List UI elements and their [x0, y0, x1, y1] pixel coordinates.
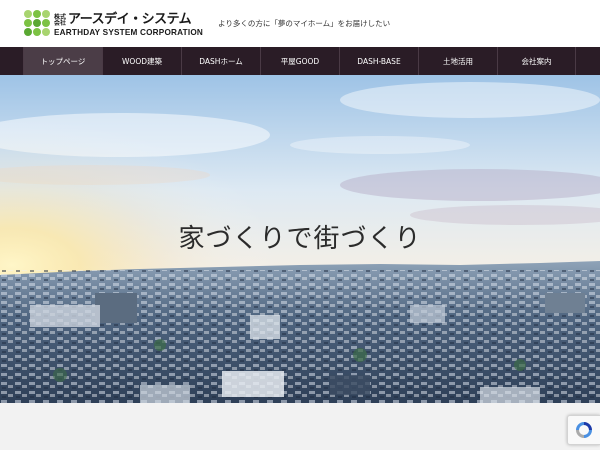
- content-area: [0, 403, 600, 450]
- recaptcha-badge[interactable]: [567, 415, 600, 445]
- company-logo[interactable]: 株式会社 アースデイ・システム EARTHDAY SYSTEM CORPORAT…: [24, 9, 204, 39]
- logo-mark-icon: [24, 10, 52, 38]
- nav-item-company[interactable]: 会社案内: [497, 47, 576, 75]
- nav-item-dash-home[interactable]: DASHホーム: [181, 47, 260, 75]
- hero-title: 家づくりで街づくり: [178, 224, 422, 254]
- logo-company-name: アースデイ・システム: [68, 12, 192, 27]
- logo-english-name: EARTHDAY SYSTEM CORPORATION: [54, 28, 203, 37]
- nav-item-top[interactable]: トップページ: [23, 47, 102, 75]
- logo-japanese: 株式会社 アースデイ・システム: [54, 9, 192, 27]
- nav-item-wood[interactable]: WOOD建築: [102, 47, 181, 75]
- main-nav: トップページ WOOD建築 DASHホーム 平屋GOOD DASH-BASE 土…: [0, 47, 600, 75]
- site-tagline: より多くの方に「夢のマイホーム」をお届けしたい: [218, 19, 391, 28]
- nav-item-dash-base[interactable]: DASH-BASE: [339, 47, 418, 75]
- nav-item-hiraya[interactable]: 平屋GOOD: [260, 47, 339, 75]
- hero-banner: 家づくりで街づくり: [0, 75, 600, 403]
- nav-item-land[interactable]: 土地活用: [418, 47, 497, 75]
- site-header: 株式会社 アースデイ・システム EARTHDAY SYSTEM CORPORAT…: [0, 0, 600, 47]
- recaptcha-icon: [576, 422, 592, 438]
- logo-kabushiki: 株式会社: [54, 14, 67, 27]
